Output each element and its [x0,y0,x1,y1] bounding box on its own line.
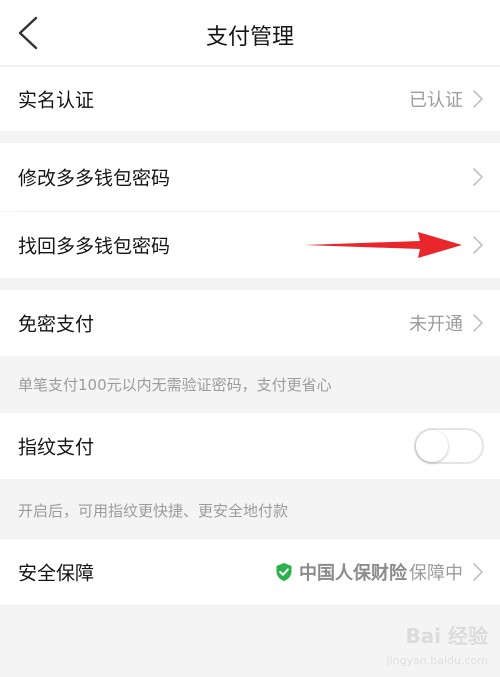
row-modify-wallet-password[interactable]: 修改多多钱包密码 [0,143,500,211]
page-title: 支付管理 [205,25,294,50]
verification-status: 已认证 [409,90,463,111]
insurer-name: 中国人保财险 [299,563,407,584]
verification-label: 实名认证 [18,89,95,112]
chevron-right-icon [473,314,483,332]
watermark-url: jingyan.baidu.com [386,654,488,667]
chevron-right-icon [473,236,483,254]
shield-check-icon [276,563,292,581]
password-free-status: 未开通 [409,314,463,335]
password-free-label: 免密支付 [18,313,95,336]
top-bar: 支付管理 [0,0,500,66]
baidu-jingyan-watermark: Bai 经验 jingyan.baidu.com [372,619,492,667]
chevron-right-icon [473,90,483,108]
row-security-guarantee[interactable]: 安全保障 中国人保财险 保障中 [0,539,500,605]
row-real-name-verification[interactable]: 实名认证 已认证 [0,67,500,131]
row-password-free-payment[interactable]: 免密支付 未开通 [0,290,500,356]
chevron-right-icon [473,563,483,581]
security-label: 安全保障 [18,562,95,585]
fingerprint-note: 开启后，可用指纹更快捷、更安全地付款 [18,502,289,520]
password-free-note: 单笔支付100元以内无需验证密码，支付更省心 [18,376,332,394]
watermark-text: Bai 经验 [405,624,488,648]
toggle-knob [416,430,448,462]
modify-password-label: 修改多多钱包密码 [18,167,171,190]
fingerprint-toggle[interactable] [414,428,484,464]
row-recover-wallet-password[interactable]: 找回多多钱包密码 [0,212,500,278]
chevron-right-icon [473,168,483,186]
security-status: 保障中 [409,563,463,584]
row-fingerprint-payment: 指纹支付 [0,413,500,479]
recover-password-label: 找回多多钱包密码 [18,235,171,258]
insurer-info: 中国人保财险 保障中 [275,559,463,585]
fingerprint-label: 指纹支付 [18,436,95,459]
